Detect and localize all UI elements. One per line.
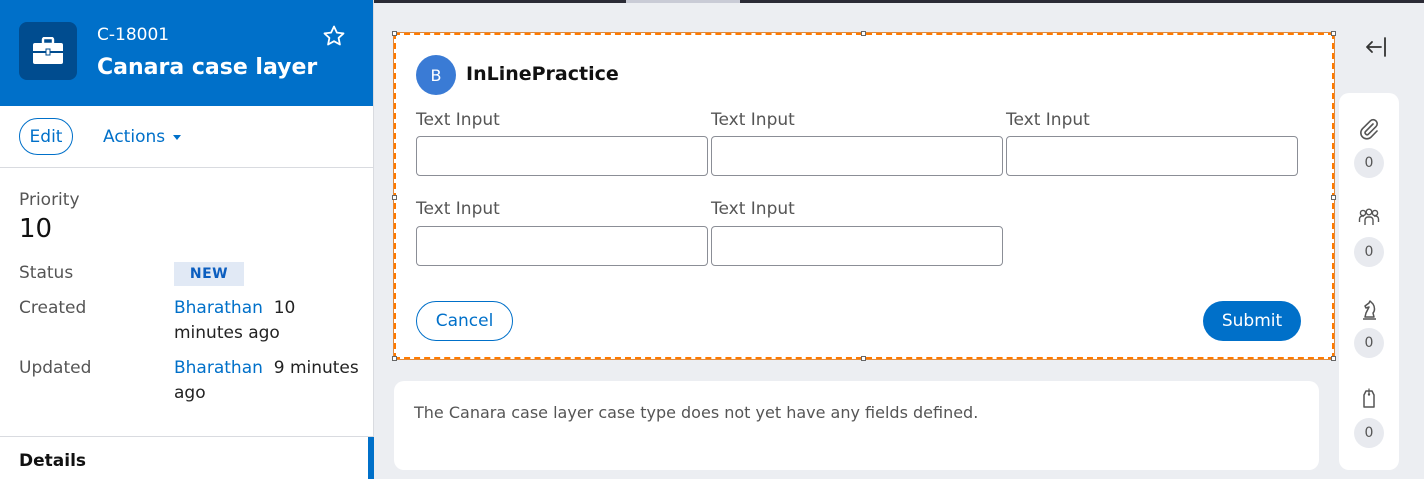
status-badge: NEW [174,262,244,286]
resize-handle[interactable] [392,356,397,361]
text-input-field-4[interactable] [416,226,708,266]
star-icon[interactable] [322,24,346,48]
status-label: Status [19,263,74,283]
updated-label: Updated [19,358,92,378]
priority-value: 10 [19,214,53,244]
updated-by-link[interactable]: Bharathan [174,358,263,378]
attachments-count: 0 [1354,148,1384,178]
tags-count: 0 [1354,418,1384,448]
created-by-link[interactable]: Bharathan [174,298,263,318]
resize-handle[interactable] [392,31,397,36]
created-value: Bharathan 10 minutes ago [174,296,295,346]
resize-handle[interactable] [1331,31,1336,36]
form-title: InLinePractice [466,63,619,85]
actions-label: Actions [103,127,166,147]
resize-handle[interactable] [392,195,397,200]
top-strip [374,0,1424,3]
paperclip-icon[interactable] [1357,117,1381,141]
followers-count: 0 [1354,237,1384,267]
avatar: B [416,55,456,95]
text-input-field-3[interactable] [1006,136,1298,176]
caret-down-icon [173,134,182,140]
tab-details[interactable]: Details [19,451,86,471]
briefcase-icon [33,37,63,64]
utilities-rail: 0 0 0 0 [1339,93,1399,470]
info-card: The Canara case layer case type does not… [394,381,1319,470]
text-input-field-1[interactable] [416,136,708,176]
case-id: C-18001 [97,25,170,45]
stakeholders-icon[interactable] [1357,297,1381,321]
created-time-part2: minutes ago [174,323,280,343]
text-input-label-2: Text Input [711,110,795,130]
resize-handle[interactable] [861,356,866,361]
case-header: C-18001 Canara case layer [0,0,373,106]
divider [0,436,374,437]
followers-icon[interactable] [1357,206,1381,230]
priority-label: Priority [19,190,80,210]
cancel-button[interactable]: Cancel [416,301,513,341]
collapse-panel-icon[interactable] [1364,35,1388,59]
stakeholders-count: 0 [1354,328,1384,358]
tag-icon[interactable] [1357,387,1381,411]
text-input-label-3: Text Input [1006,110,1090,130]
updated-time-part2: ago [174,383,206,403]
case-type-icon [19,22,77,80]
resize-handle[interactable] [1331,356,1336,361]
info-message: The Canara case layer case type does not… [414,403,979,422]
text-input-label-1: Text Input [416,110,500,130]
active-tab-indicator [368,437,374,479]
top-strip-segment [626,0,740,3]
text-input-label-4: Text Input [416,199,500,219]
text-input-label-5: Text Input [711,199,795,219]
case-actions-row: Edit Actions [0,106,373,168]
created-label: Created [19,298,87,318]
resize-handle[interactable] [861,31,866,36]
inline-form-card: B InLinePractice Text Input Text Input T… [392,31,1336,361]
edit-button[interactable]: Edit [19,118,73,155]
text-input-field-5[interactable] [711,226,1003,266]
created-time-part1: 10 [273,298,296,318]
text-input-field-2[interactable] [711,136,1003,176]
case-title: Canara case layer [97,55,318,80]
case-summary-panel: C-18001 Canara case layer Edit Actions P… [0,0,374,479]
resize-handle[interactable] [1331,195,1336,200]
submit-button[interactable]: Submit [1203,301,1301,341]
updated-value: Bharathan 9 minutes ago [174,356,359,406]
actions-menu-button[interactable]: Actions [103,127,182,147]
updated-time-part1: 9 minutes [273,358,359,378]
